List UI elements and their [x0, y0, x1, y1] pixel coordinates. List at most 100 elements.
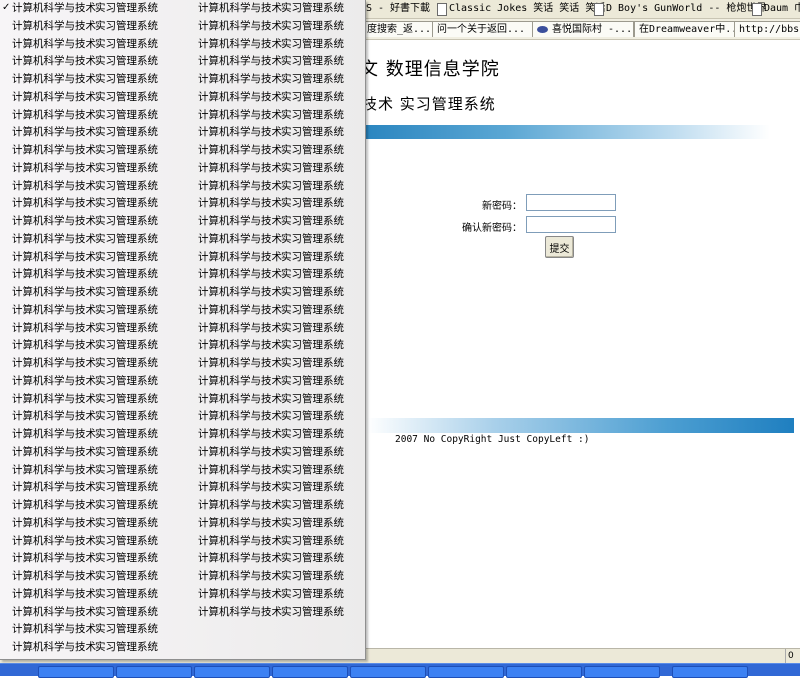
dropdown-item[interactable]: 计算机科学与技术实习管理系统 [12, 284, 158, 302]
dropdown-item[interactable]: 计算机科学与技术实习管理系统 [12, 621, 158, 639]
dropdown-item[interactable]: 计算机科学与技术实习管理系统 [198, 355, 344, 373]
dropdown-item[interactable]: 计算机科学与技术实习管理系统 [198, 266, 344, 284]
dropdown-item[interactable]: 计算机科学与技术实习管理系统 [12, 195, 158, 213]
taskbar-button[interactable] [38, 666, 114, 678]
dropdown-item[interactable]: 计算机科学与技术实习管理系统 [12, 160, 158, 178]
browser-tab[interactable]: 在Dreamweaver中... [634, 21, 736, 37]
dropdown-item[interactable]: 计算机科学与技术实习管理系统 [12, 213, 158, 231]
dropdown-item[interactable]: 计算机科学与技术实习管理系统 [12, 550, 158, 568]
dropdown-item[interactable]: 计算机科学与技术实习管理系统 [12, 320, 158, 338]
dropdown-item[interactable]: 计算机科学与技术实习管理系统 [198, 195, 344, 213]
dropdown-item[interactable]: 计算机科学与技术实习管理系统 [12, 639, 158, 657]
confirm-password-input[interactable] [526, 216, 616, 233]
dropdown-item[interactable]: 计算机科学与技术实习管理系统 [12, 18, 158, 36]
dropdown-item[interactable]: 计算机科学与技术实习管理系统 [12, 0, 158, 18]
dropdown-item[interactable]: 计算机科学与技术实习管理系统 [12, 178, 158, 196]
dropdown-item[interactable]: 计算机科学与技术实习管理系统 [198, 18, 344, 36]
dropdown-item[interactable]: 计算机科学与技术实习管理系统 [12, 249, 158, 267]
dropdown-item[interactable]: 计算机科学与技术实习管理系统 [12, 53, 158, 71]
link-item[interactable]: Daum 巾 [752, 2, 800, 16]
dropdown-item[interactable]: 计算机科学与技术实习管理系统 [198, 479, 344, 497]
dropdown-item[interactable]: 计算机科学与技术实习管理系统 [12, 89, 158, 107]
submit-button[interactable]: 提交 [545, 236, 574, 258]
taskbar-button[interactable] [584, 666, 660, 678]
dropdown-item[interactable]: 计算机科学与技术实习管理系统 [12, 391, 158, 409]
dropdown-item[interactable]: 计算机科学与技术实习管理系统 [198, 284, 344, 302]
dropdown-item[interactable]: 计算机科学与技术实习管理系统 [198, 515, 344, 533]
dropdown-item[interactable]: 计算机科学与技术实习管理系统 [198, 302, 344, 320]
dropdown-item[interactable]: 计算机科学与技术实习管理系统 [198, 231, 344, 249]
taskbar-button[interactable] [506, 666, 582, 678]
dropdown-item[interactable]: 计算机科学与技术实习管理系统 [198, 373, 344, 391]
dropdown-item[interactable]: 计算机科学与技术实习管理系统 [12, 124, 158, 142]
link-item[interactable]: D Boy's GunWorld -- 枪炮世界 [594, 2, 766, 16]
dropdown-item[interactable]: 计算机科学与技术实习管理系统 [198, 89, 344, 107]
dropdown-item-part1: 计算机科学与技术 [12, 215, 96, 227]
dropdown-item[interactable]: 计算机科学与技术实习管理系统 [12, 302, 158, 320]
dropdown-item[interactable]: 计算机科学与技术实习管理系统 [12, 408, 158, 426]
dropdown-item[interactable]: 计算机科学与技术实习管理系统 [198, 320, 344, 338]
dropdown-item[interactable]: 计算机科学与技术实习管理系统 [198, 124, 344, 142]
dropdown-item[interactable]: 计算机科学与技术实习管理系统 [12, 444, 158, 462]
dropdown-item[interactable]: 计算机科学与技术实习管理系统 [198, 604, 344, 622]
dropdown-item-part1: 计算机科学与技术 [12, 410, 96, 423]
taskbar-button[interactable] [428, 666, 504, 678]
dropdown-item[interactable]: 计算机科学与技术实习管理系统 [198, 142, 344, 160]
dropdown-item[interactable]: 计算机科学与技术实习管理系统 [198, 71, 344, 89]
taskbar-button[interactable] [272, 666, 348, 678]
dropdown-item[interactable]: 计算机科学与技术实习管理系统 [198, 178, 344, 196]
dropdown-item[interactable]: 计算机科学与技术实习管理系统 [12, 266, 158, 284]
link-item[interactable]: Classic Jokes 笑话 笑话 笑话 [437, 2, 605, 16]
dropdown-item[interactable]: 计算机科学与技术实习管理系统 [12, 71, 158, 89]
dropdown-item[interactable]: 计算机科学与技术实习管理系统 [12, 426, 158, 444]
dropdown-item[interactable]: 计算机科学与技术实习管理系统 [198, 426, 344, 444]
dropdown-item[interactable]: 计算机科学与技术实习管理系统 [12, 107, 158, 125]
dropdown-item[interactable]: 计算机科学与技术实习管理系统 [12, 355, 158, 373]
link-item[interactable]: S - [366, 2, 384, 16]
browser-tab[interactable]: 度搜索_返... [362, 21, 438, 37]
taskbar-button[interactable] [116, 666, 192, 678]
dropdown-item[interactable]: 计算机科学与技术实习管理系统 [198, 533, 344, 551]
dropdown-item[interactable]: 计算机科学与技术实习管理系统 [12, 231, 158, 249]
dropdown-item-part2: 实习管理系统 [95, 552, 158, 565]
browser-tab[interactable]: 问一个关于返回... [432, 21, 534, 37]
dropdown-item[interactable]: 计算机科学与技术实习管理系统 [198, 586, 344, 604]
dropdown-item[interactable]: 计算机科学与技术实习管理系统 [12, 586, 158, 604]
dropdown-item[interactable]: 计算机科学与技术实习管理系统 [198, 213, 344, 231]
dropdown-item[interactable]: 计算机科学与技术实习管理系统 [198, 53, 344, 71]
dropdown-item[interactable]: 计算机科学与技术实习管理系统 [198, 462, 344, 480]
dropdown-item[interactable]: 计算机科学与技术实习管理系统 [198, 107, 344, 125]
dropdown-item[interactable]: 计算机科学与技术实习管理系统 [12, 373, 158, 391]
new-password-input[interactable] [526, 194, 616, 211]
dropdown-item[interactable]: 计算机科学与技术实习管理系统 [12, 515, 158, 533]
dropdown-item[interactable]: 计算机科学与技术实习管理系统 [198, 408, 344, 426]
dropdown-item[interactable]: 计算机科学与技术实习管理系统 [198, 0, 344, 18]
taskbar-button[interactable] [194, 666, 270, 678]
dropdown-item-part2: 实习管理系统 [95, 374, 158, 387]
taskbar-button[interactable] [672, 666, 748, 678]
taskbar-button[interactable] [350, 666, 426, 678]
dropdown-item[interactable]: 计算机科学与技术实习管理系统 [198, 36, 344, 54]
dropdown-item[interactable]: 计算机科学与技术实习管理系统 [198, 391, 344, 409]
dropdown-item[interactable]: 计算机科学与技术实习管理系统 [12, 533, 158, 551]
dropdown-item[interactable]: 计算机科学与技术实习管理系统 [12, 337, 158, 355]
dropdown-item[interactable]: 计算机科学与技术实习管理系统 [12, 142, 158, 160]
browser-tab[interactable]: http://bbs.b [734, 21, 800, 37]
dropdown-item[interactable]: 计算机科学与技术实习管理系统 [198, 550, 344, 568]
dropdown-item[interactable]: 计算机科学与技术实习管理系统 [198, 444, 344, 462]
browser-tab[interactable]: 喜悦国际村 -... [532, 21, 634, 37]
dropdown-column-1: 计算机科学与技术实习管理系统 计算机科学与技术实习管理系统 计算机科学与技术实习管理… [12, 0, 158, 657]
dropdown-item[interactable]: 计算机科学与技术实习管理系统 [198, 249, 344, 267]
dropdown-item[interactable]: 计算机科学与技术实习管理系统 [12, 568, 158, 586]
dropdown-item[interactable]: 计算机科学与技术实习管理系统 [198, 497, 344, 515]
dropdown-item[interactable]: 计算机科学与技术实习管理系统 [198, 337, 344, 355]
dropdown-item[interactable]: 计算机科学与技术实习管理系统 [12, 604, 158, 622]
link-item[interactable]: 好書下載 [390, 2, 430, 16]
dropdown-item[interactable]: 计算机科学与技术实习管理系统 [12, 479, 158, 497]
dropdown-item[interactable]: 计算机科学与技术实习管理系统 [12, 462, 158, 480]
dropdown-item[interactable]: 计算机科学与技术实习管理系统 [198, 568, 344, 586]
dropdown-item[interactable]: 计算机科学与技术实习管理系统 [12, 36, 158, 54]
dropdown-item[interactable]: 计算机科学与技术实习管理系统 [198, 160, 344, 178]
dropdown-item[interactable]: 计算机科学与技术实习管理系统 [12, 497, 158, 515]
dropdown-item-part2: 实习管理系统 [281, 357, 344, 369]
